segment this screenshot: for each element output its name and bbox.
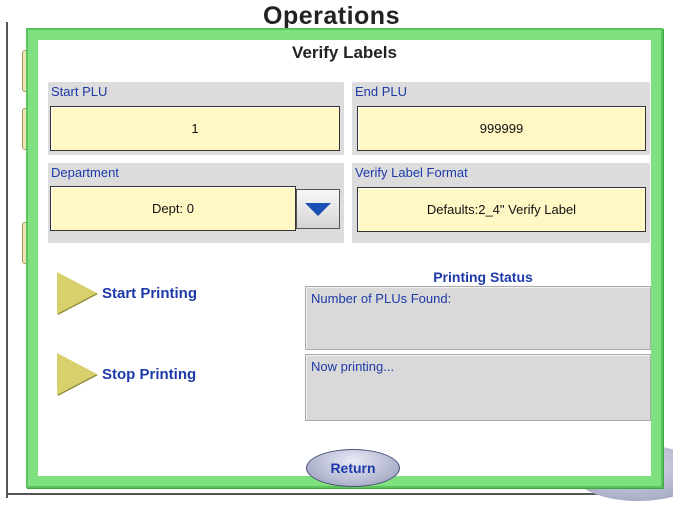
start-printing-button[interactable]: Start Printing — [57, 272, 197, 314]
verify-labels-dialog: Verify Labels Start PLU 1 End PLU 999999… — [26, 28, 663, 488]
department-group: Department Dept: 0 — [48, 163, 344, 243]
start-plu-label: Start PLU — [51, 84, 108, 99]
label-format-field[interactable]: Defaults:2_4" Verify Label — [357, 187, 646, 232]
plus-found-box: Number of PLUs Found: — [305, 286, 651, 350]
now-printing-box: Now printing... — [305, 354, 651, 421]
label-format-label: Verify Label Format — [355, 165, 468, 180]
background-title: Operations — [263, 2, 400, 30]
end-plu-label: End PLU — [355, 84, 408, 99]
now-printing-text: Now printing... — [311, 359, 395, 374]
plus-found-text: Number of PLUs Found: — [311, 291, 452, 306]
label-format-group: Verify Label Format Defaults:2_4" Verify… — [352, 163, 650, 243]
chevron-down-icon — [305, 202, 331, 216]
department-dropdown-button[interactable] — [296, 189, 340, 229]
start-plu-field[interactable]: 1 — [50, 106, 340, 151]
start-printing-label: Start Printing — [102, 284, 198, 302]
dialog-title: Verify Labels — [292, 43, 397, 62]
dialog-content: Verify Labels Start PLU 1 End PLU 999999… — [38, 40, 651, 487]
end-plu-field[interactable]: 999999 — [357, 106, 646, 151]
play-icon — [57, 272, 97, 314]
background-frame-left — [6, 22, 8, 498]
department-field[interactable]: Dept: 0 — [50, 186, 296, 231]
background-frame-bottom — [6, 493, 626, 495]
stop-printing-label: Stop Printing — [102, 365, 197, 383]
printing-status-title: Printing Status — [433, 269, 533, 285]
play-icon — [57, 353, 97, 395]
department-label: Department — [51, 165, 119, 180]
stop-printing-button[interactable]: Stop Printing — [57, 353, 196, 395]
end-plu-group: End PLU 999999 — [352, 82, 650, 155]
return-button[interactable]: Return — [306, 449, 400, 487]
start-plu-group: Start PLU 1 — [48, 82, 344, 155]
screen: Operations Verify Labels Start PLU 1 End… — [0, 0, 673, 508]
